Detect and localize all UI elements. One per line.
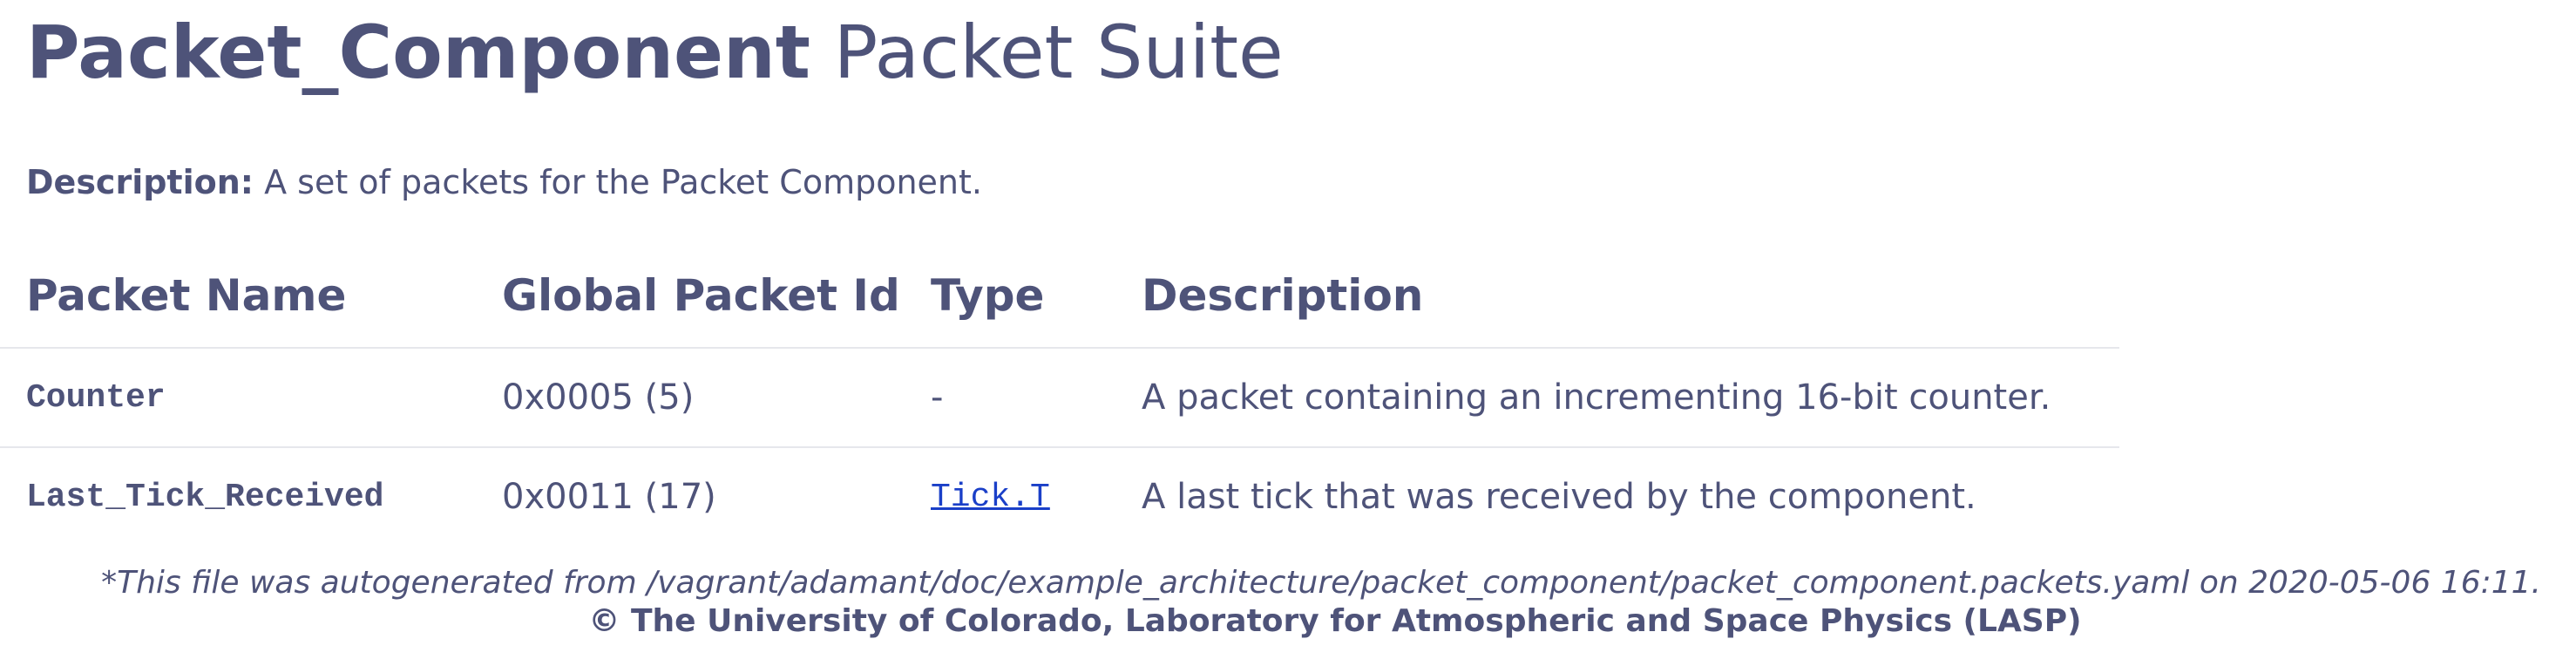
packet-type-link[interactable]: Tick.T [931,479,1050,516]
column-header-description: Description [1142,270,1424,321]
page: Packet_Component Packet Suite Descriptio… [0,0,2576,666]
packet-id: 0x0005 (5) [502,377,695,418]
page-title-suffix: Packet Suite [833,10,1284,95]
suite-description: Description: A set of packets for the Pa… [26,160,982,204]
packet-name: Last_Tick_Received [26,478,384,516]
column-header-packet-name: Packet Name [26,270,347,321]
table-row: Last_Tick_Received 0x0011 (17) Tick.T A … [0,448,2119,546]
description-label: Description: [26,163,254,201]
packet-type: - [931,377,944,418]
copyright-notice: © The University of Colorado, Laboratory… [588,603,2082,639]
page-title-component: Packet_Component [26,10,810,95]
packet-description: A packet containing an incrementing 16-b… [1142,377,2051,418]
page-title: Packet_Component Packet Suite [26,9,1284,96]
description-text: A set of packets for the Packet Componen… [264,163,982,201]
packet-type-cell: Tick.T [931,448,1050,546]
column-header-type: Type [931,270,1045,321]
packet-id: 0x0011 (17) [502,477,716,517]
packet-name: Counter [26,378,166,417]
autogenerated-note: *This file was autogenerated from /vagra… [101,565,2541,601]
table-header-row: Packet Name Global Packet Id Type Descri… [0,244,2119,349]
table-row: Counter 0x0005 (5) - A packet containing… [0,349,2119,448]
packet-table: Packet Name Global Packet Id Type Descri… [0,244,2119,546]
column-header-global-packet-id: Global Packet Id [502,270,900,321]
packet-description: A last tick that was received by the com… [1142,477,1976,517]
